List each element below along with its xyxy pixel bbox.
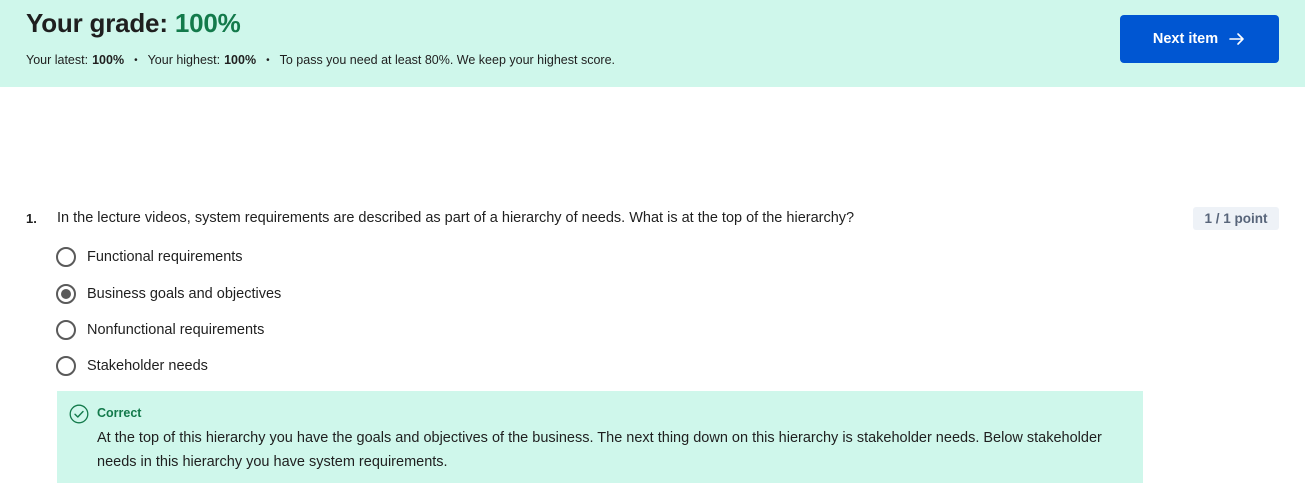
option-nonfunctional-requirements[interactable]: Nonfunctional requirements [56,320,264,340]
separator-dot: • [134,54,138,66]
radio-button-selected[interactable] [56,284,76,304]
option-label: Business goals and objectives [87,286,282,302]
option-label: Stakeholder needs [87,358,208,374]
points-badge: 1 / 1 point [1193,207,1279,230]
next-item-button[interactable]: Next item [1120,15,1279,63]
highest-label: Your highest: [147,53,221,67]
option-stakeholder-needs[interactable]: Stakeholder needs [56,356,208,376]
latest-label: Your latest: [26,53,89,67]
question-number: 1. [26,211,37,226]
arrow-right-icon [1229,33,1244,45]
highest-value: 100% [224,53,257,67]
option-label: Nonfunctional requirements [87,322,265,338]
grade-percent: 100% [174,8,241,38]
feedback-panel: Correct At the top of this hierarchy you… [57,391,1143,483]
radio-button[interactable] [56,356,76,376]
latest-value: 100% [92,53,125,67]
option-label: Functional requirements [87,249,243,265]
grade-banner: Your grade: 100% Your latest: 100% • You… [0,0,1305,87]
grade-title: Your grade: 100% [26,8,241,39]
separator-dot: • [266,54,270,66]
radio-button[interactable] [56,247,76,267]
next-item-label: Next item [1152,31,1219,47]
option-functional-requirements[interactable]: Functional requirements [56,247,243,267]
option-business-goals[interactable]: Business goals and objectives [56,284,281,304]
check-circle-icon [69,404,89,424]
grade-summary: Your latest: 100% • Your highest: 100% •… [26,53,615,67]
question-text: In the lecture videos, system requiremen… [57,210,855,226]
pass-requirement: To pass you need at least 80%. We keep y… [279,53,615,67]
radio-button[interactable] [56,320,76,340]
feedback-explanation: At the top of this hierarchy you have th… [97,430,1102,470]
grade-title-label: Your grade: [26,8,168,38]
